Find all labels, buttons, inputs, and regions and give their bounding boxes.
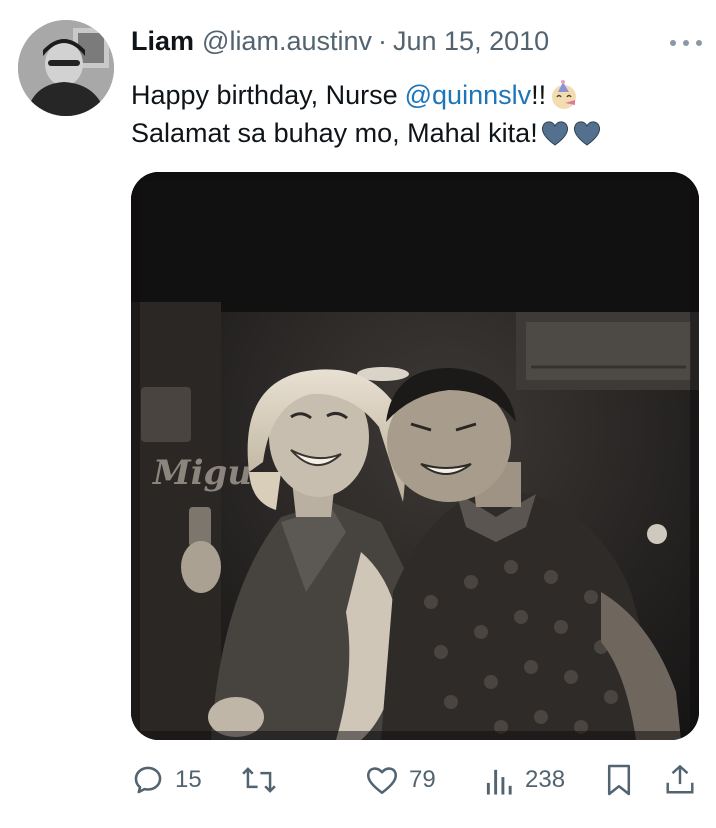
like-button[interactable]: 79 <box>365 760 436 800</box>
views-button[interactable]: 238 <box>485 760 565 800</box>
tweet-text-part: Salamat sa buhay mo, Mahal kita! <box>131 118 538 148</box>
author-avatar[interactable] <box>18 20 114 116</box>
mention-link[interactable]: @quinnslv <box>405 76 531 114</box>
blue-heart-icon <box>573 121 600 146</box>
tweet-text: Happy birthday, Nurse @quinnslv !! Salam… <box>131 76 691 152</box>
avatar-photo <box>18 20 114 116</box>
tweet-action-bar: 15 79 238 <box>131 760 701 800</box>
partying-face-icon <box>552 80 577 109</box>
blue-heart-icon <box>541 121 568 146</box>
like-icon <box>366 767 398 795</box>
tweet-text-exclaim: !! <box>531 80 547 110</box>
like-count: 79 <box>409 766 436 793</box>
reply-button[interactable]: 15 <box>131 760 202 800</box>
tweet-text-line-2: Salamat sa buhay mo, Mahal kita! <box>131 114 691 152</box>
share-button[interactable] <box>665 760 695 800</box>
more-dot <box>670 40 676 46</box>
views-count: 238 <box>525 766 566 793</box>
sign-text: Migu <box>152 453 252 493</box>
photo-image: Migu <box>131 172 699 740</box>
retweet-icon <box>242 767 276 793</box>
share-icon <box>666 764 694 794</box>
more-dot <box>683 40 689 46</box>
views-icon <box>486 769 512 795</box>
more-icon[interactable] <box>670 38 702 48</box>
tweet-text-line-1: Happy birthday, Nurse @quinnslv !! <box>131 76 691 114</box>
author-name[interactable]: Liam <box>131 26 194 57</box>
bookmark-button[interactable] <box>605 760 633 800</box>
more-dot <box>696 40 702 46</box>
tweet-text-part: Happy birthday, Nurse <box>131 80 398 110</box>
author-handle[interactable]: @liam.austinv <box>202 26 372 57</box>
tweet-photo[interactable]: Migu <box>131 172 699 740</box>
reply-icon <box>134 766 162 794</box>
header-separator: · <box>378 26 387 56</box>
tweet-date[interactable]: Jun 15, 2010 <box>393 26 549 57</box>
bookmark-icon <box>607 764 631 796</box>
reply-count: 15 <box>175 766 202 793</box>
retweet-button[interactable] <box>241 760 287 800</box>
tweet-header: Liam @liam.austinv · Jun 15, 2010 <box>131 26 549 57</box>
